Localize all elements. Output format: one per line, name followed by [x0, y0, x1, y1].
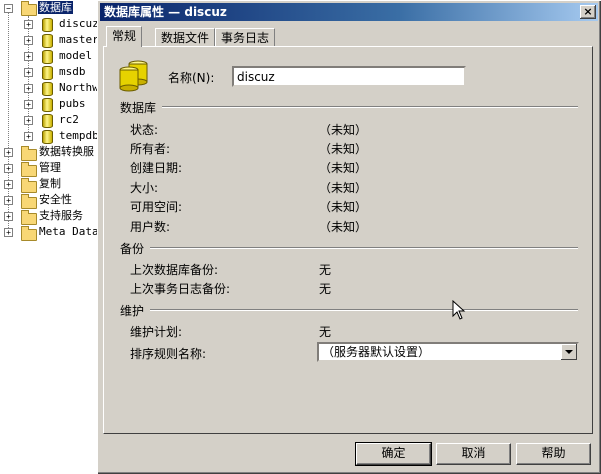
general-tab-panel	[103, 46, 593, 434]
tree-item-security[interactable]: 安全性	[38, 192, 73, 208]
expand-toggle[interactable]: +	[24, 20, 33, 29]
tree-item-support-services[interactable]: 支持服务	[38, 208, 84, 224]
tab-general[interactable]: 常规	[106, 26, 143, 47]
section-title-backup: 备份	[120, 242, 145, 256]
expand-toggle[interactable]: +	[24, 116, 33, 125]
expand-toggle[interactable]: +	[4, 212, 13, 221]
folder-icon	[21, 210, 37, 225]
expand-toggle[interactable]: +	[24, 100, 33, 109]
last-db-backup-label: 上次数据库备份:	[130, 263, 219, 277]
section-title-maintenance: 维护	[120, 304, 145, 318]
maintenance-plan-value: 无	[319, 325, 332, 339]
created-date-value: （未知）	[319, 161, 368, 175]
owner-label: 所有者:	[130, 142, 171, 156]
last-log-backup-label: 上次事务日志备份:	[130, 282, 231, 296]
tree-item-dts[interactable]: 数据转换服	[38, 144, 95, 160]
database-stack-icon	[119, 60, 148, 92]
folder-icon	[21, 146, 37, 161]
expand-toggle[interactable]: +	[24, 132, 33, 141]
collation-label: 排序规则名称:	[130, 347, 207, 361]
free-space-label: 可用空间:	[130, 200, 183, 214]
free-space-value: （未知）	[319, 200, 368, 214]
section-divider	[150, 247, 578, 249]
tree-item-db[interactable]: msdb	[58, 64, 87, 80]
expand-toggle[interactable]: +	[24, 84, 33, 93]
folder-icon	[21, 1, 37, 16]
tab-data-files[interactable]: 数据文件	[155, 28, 216, 46]
tree-item-db[interactable]: model	[58, 48, 93, 64]
maintenance-plan-label: 维护计划:	[130, 325, 183, 339]
owner-value: （未知）	[319, 142, 368, 156]
size-value: （未知）	[319, 181, 368, 195]
tree-item-meta-data[interactable]: Meta Data	[38, 224, 97, 240]
expand-toggle[interactable]: +	[4, 196, 13, 205]
collapse-toggle[interactable]: −	[4, 4, 13, 13]
tree-item-db[interactable]: Northw	[58, 80, 97, 96]
collation-selected-value: （服务器默认设置）	[322, 345, 431, 359]
mouse-pointer-icon	[452, 300, 466, 320]
database-icon	[42, 50, 53, 64]
expand-toggle[interactable]: +	[24, 68, 33, 77]
tab-transaction-log[interactable]: 事务日志	[215, 28, 276, 46]
created-date-label: 创建日期:	[130, 161, 183, 175]
folder-icon	[21, 162, 37, 177]
expand-toggle[interactable]: +	[4, 180, 13, 189]
chevron-down-icon[interactable]	[561, 344, 577, 360]
expand-toggle[interactable]: +	[24, 36, 33, 45]
section-title-database: 数据库	[120, 101, 157, 115]
tree-item-db[interactable]: pubs	[58, 96, 87, 112]
name-field[interactable]	[232, 66, 466, 87]
help-button[interactable]: 帮助	[516, 443, 591, 465]
database-icon	[42, 18, 53, 32]
ok-button[interactable]: 确定	[355, 442, 432, 466]
folder-icon	[21, 178, 37, 193]
section-divider	[162, 106, 578, 108]
status-label: 状态:	[130, 123, 159, 137]
expand-toggle[interactable]: +	[24, 52, 33, 61]
tree-item-management[interactable]: 管理	[38, 160, 62, 176]
section-divider	[150, 309, 578, 311]
folder-icon	[21, 226, 37, 241]
tree-item-replication[interactable]: 复制	[38, 176, 62, 192]
last-log-backup-value: 无	[319, 282, 332, 296]
expand-toggle[interactable]: +	[4, 148, 13, 157]
database-icon	[42, 66, 53, 80]
object-tree[interactable]: − 数据库 + discuz + master + model + msdb +…	[0, 0, 97, 474]
tree-item-db[interactable]: tempdb	[58, 128, 97, 144]
status-value: （未知）	[319, 123, 368, 137]
close-button[interactable]: ×	[580, 5, 596, 19]
database-icon	[42, 98, 53, 112]
last-db-backup-value: 无	[319, 263, 332, 277]
size-label: 大小:	[130, 181, 159, 195]
user-count-value: （未知）	[319, 220, 368, 234]
database-icon	[42, 114, 53, 128]
dialog-title: 数据库属性 — discuz	[100, 3, 598, 21]
database-icon	[42, 82, 53, 96]
name-label: 名称(N):	[168, 71, 215, 85]
tree-item-databases[interactable]: 数据库	[38, 0, 73, 16]
database-icon	[42, 130, 53, 144]
database-icon	[42, 34, 53, 48]
collation-select[interactable]: （服务器默认设置）	[317, 342, 579, 362]
folder-icon	[21, 194, 37, 209]
cancel-button[interactable]: 取消	[436, 443, 511, 465]
user-count-label: 用户数:	[130, 220, 171, 234]
tree-item-db[interactable]: master	[58, 32, 97, 48]
tree-item-db[interactable]: rc2	[58, 112, 80, 128]
expand-toggle[interactable]: +	[4, 228, 13, 237]
tree-item-db[interactable]: discuz	[58, 16, 97, 32]
expand-toggle[interactable]: +	[4, 164, 13, 173]
